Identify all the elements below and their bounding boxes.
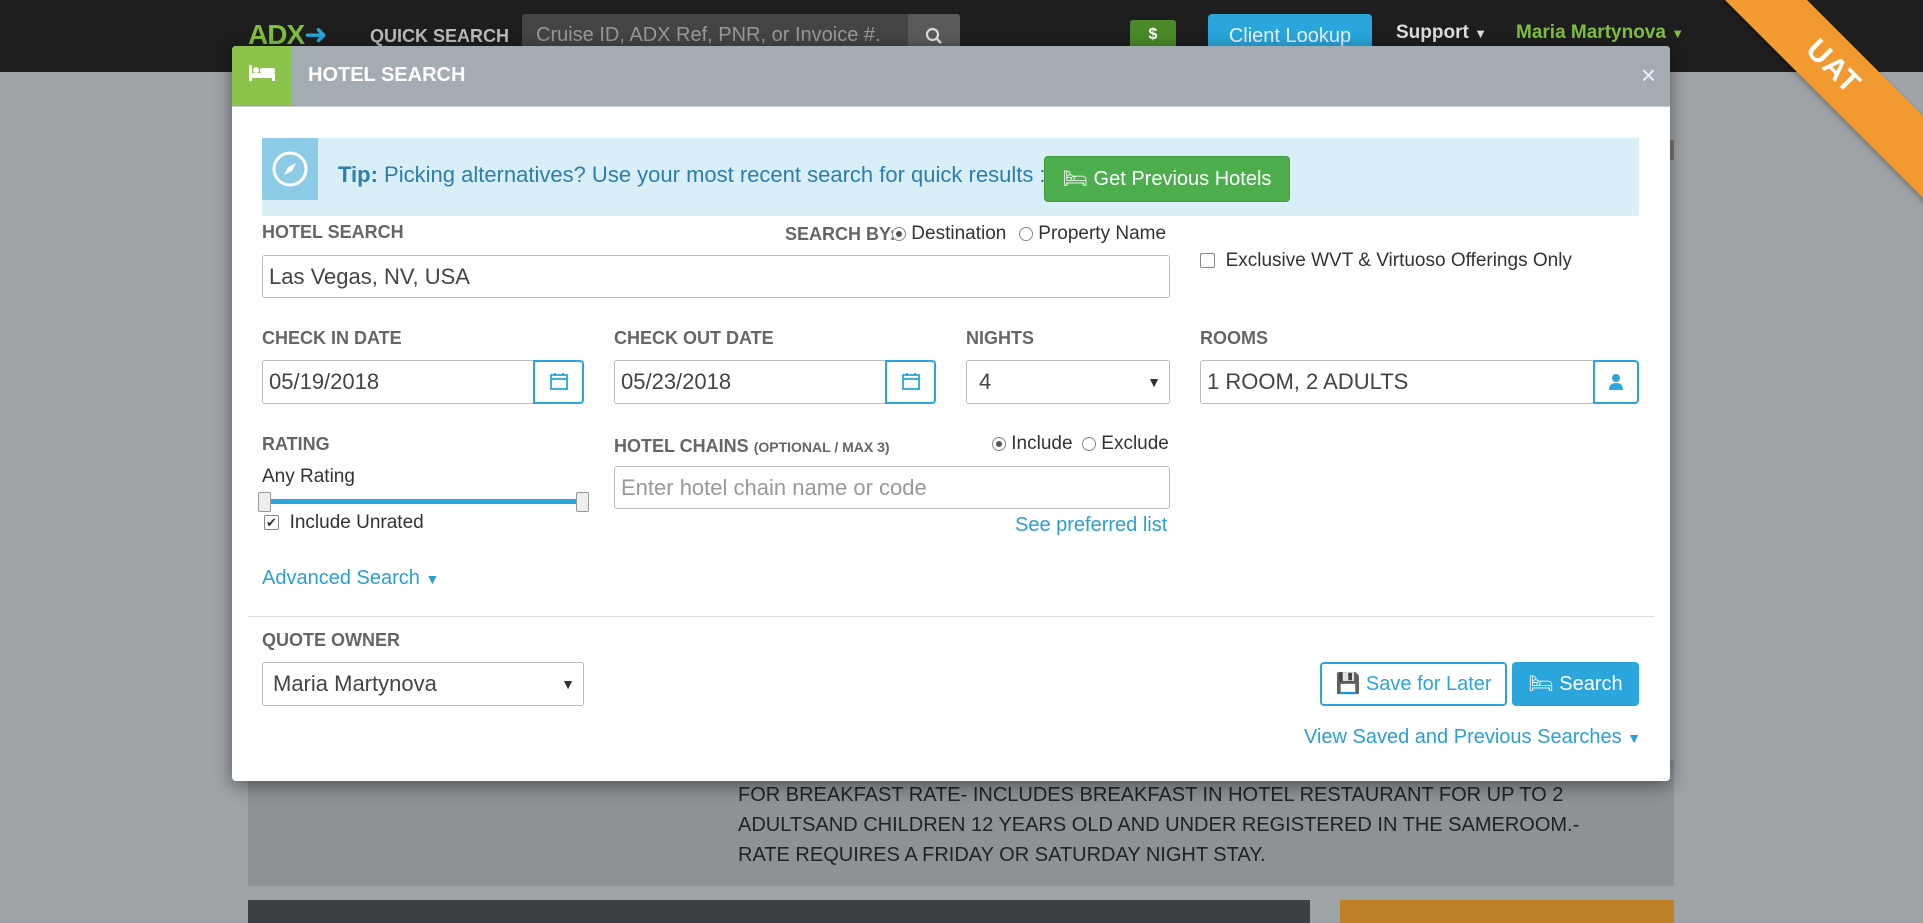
quote-owner-value: Maria Martynova — [273, 671, 437, 696]
close-icon[interactable]: × — [1641, 60, 1656, 91]
rating-label: RATING — [262, 434, 330, 454]
view-saved-searches-link[interactable]: View Saved and Previous Searches ▼ — [1304, 726, 1641, 749]
hotel-chains-note: (OPTIONAL / MAX 3) — [753, 439, 890, 455]
quick-search-label: QUICK SEARCH — [370, 26, 510, 46]
tip-text: Tip: Picking alternatives? Use your most… — [338, 162, 1046, 188]
divider — [248, 616, 1654, 617]
tip-message: Picking alternatives? Use your most rece… — [384, 162, 1046, 187]
search-by-label: SEARCH BY: — [785, 224, 896, 244]
caret-down-icon: ▼ — [1147, 374, 1161, 390]
save-icon: 💾 — [1335, 673, 1361, 695]
nights-value: 4 — [979, 369, 992, 394]
radio-button[interactable] — [892, 226, 906, 241]
radio-button[interactable] — [1082, 436, 1096, 451]
support-menu[interactable]: Support ▼ — [1396, 22, 1487, 44]
hotel-chain-input[interactable]: Enter hotel chain name or code — [614, 466, 1170, 509]
exclusive-offerings-label: Exclusive WVT & Virtuoso Offerings Only — [1225, 250, 1572, 271]
check-out-calendar-button[interactable] — [885, 360, 936, 404]
bed-icon — [232, 46, 292, 106]
checkbox[interactable] — [1200, 253, 1215, 269]
user-name: Maria Martynova — [1516, 22, 1666, 43]
radio-property-name[interactable]: Property Name — [1019, 223, 1166, 245]
radio-button[interactable] — [1019, 226, 1033, 241]
search-button[interactable]: 🛏 Search — [1512, 662, 1639, 706]
exclusive-offerings-checkbox[interactable]: Exclusive WVT & Virtuoso Offerings Only — [1200, 250, 1572, 272]
save-for-later-button[interactable]: 💾 Save for Later — [1320, 662, 1507, 706]
rooms-input[interactable]: 1 ROOM, 2 ADULTS — [1200, 360, 1594, 404]
calendar-icon — [549, 373, 568, 390]
check-out-input[interactable]: 05/23/2018 — [614, 360, 886, 404]
tip-label: Tip: — [338, 162, 378, 187]
rating-slider-max-handle[interactable] — [576, 492, 589, 512]
rating-value: Any Rating — [262, 466, 355, 487]
quote-owner-select[interactable]: Maria Martynova ▼ — [262, 662, 584, 706]
radio-include[interactable]: Include — [992, 433, 1073, 455]
background-orange-panel — [1340, 900, 1674, 923]
chevron-down-icon: ▼ — [1474, 26, 1487, 41]
search-label: Search — [1559, 673, 1623, 695]
check-in-label: CHECK IN DATE — [262, 328, 402, 348]
compass-icon — [262, 138, 318, 200]
include-unrated-label: Include Unrated — [289, 512, 424, 533]
user-icon — [1609, 374, 1623, 390]
property-name-label: Property Name — [1038, 223, 1167, 244]
rooms-label: ROOMS — [1200, 328, 1269, 348]
chevron-down-icon: ▼ — [1671, 26, 1685, 41]
rooms-guests-button[interactable] — [1593, 360, 1639, 404]
get-previous-hotels-button[interactable]: 🛏 Get Previous Hotels — [1044, 156, 1290, 202]
save-for-later-label: Save for Later — [1365, 673, 1492, 695]
calendar-icon — [901, 373, 920, 390]
exclude-label: Exclude — [1101, 433, 1169, 454]
modal-header: HOTEL SEARCH × — [232, 46, 1670, 107]
chevron-down-icon: ▼ — [425, 571, 440, 587]
hotel-search-label: HOTEL SEARCH — [262, 222, 404, 242]
tip-banner: Tip: Picking alternatives? Use your most… — [262, 138, 1639, 216]
get-previous-hotels-label: Get Previous Hotels — [1093, 168, 1272, 190]
rating-slider[interactable] — [264, 499, 584, 504]
background-table-header — [248, 900, 1310, 923]
check-out-label: CHECK OUT DATE — [614, 328, 774, 348]
include-unrated-checkbox[interactable]: ✔ Include Unrated — [264, 512, 424, 534]
caret-down-icon: ▼ — [561, 676, 575, 692]
radio-button[interactable] — [992, 436, 1006, 451]
search-icon — [925, 28, 942, 45]
quote-owner-label: QUOTE OWNER — [262, 630, 400, 650]
nights-label: NIGHTS — [966, 328, 1035, 348]
checkbox[interactable]: ✔ — [264, 515, 279, 531]
radio-destination[interactable]: Destination — [892, 223, 1006, 245]
advanced-search-toggle[interactable]: Advanced Search ▼ — [262, 567, 439, 590]
bed-icon: 🛏 — [1062, 168, 1088, 190]
destination-input[interactable]: Las Vegas, NV, USA — [262, 255, 1170, 298]
advanced-search-label: Advanced Search — [262, 567, 420, 589]
see-preferred-list-link[interactable]: See preferred list — [1015, 514, 1167, 537]
view-saved-searches-label: View Saved and Previous Searches — [1304, 726, 1622, 748]
hotel-chains-title: HOTEL CHAINS — [614, 436, 749, 456]
check-in-input[interactable]: 05/19/2018 — [262, 360, 534, 404]
user-menu[interactable]: Maria Martynova ▼ — [1516, 22, 1684, 44]
modal-title: HOTEL SEARCH — [308, 64, 466, 86]
include-label: Include — [1011, 433, 1073, 454]
rating-slider-min-handle[interactable] — [258, 492, 271, 512]
bed-icon: 🛏 — [1528, 673, 1554, 695]
hotel-chains-label: HOTEL CHAINS (OPTIONAL / MAX 3) — [614, 436, 890, 457]
chevron-down-icon: ▼ — [1627, 730, 1642, 746]
destination-label: Destination — [911, 223, 1007, 244]
hotel-search-modal: HOTEL SEARCH × Tip: Picking alternatives… — [232, 46, 1670, 781]
radio-exclude[interactable]: Exclude — [1082, 433, 1169, 455]
nights-select[interactable]: 4 ▼ — [966, 360, 1170, 404]
check-in-calendar-button[interactable] — [533, 360, 584, 404]
support-label: Support — [1396, 22, 1469, 43]
background-rate-text: FOR BREAKFAST RATE- INCLUDES BREAKFAST I… — [738, 784, 1580, 866]
